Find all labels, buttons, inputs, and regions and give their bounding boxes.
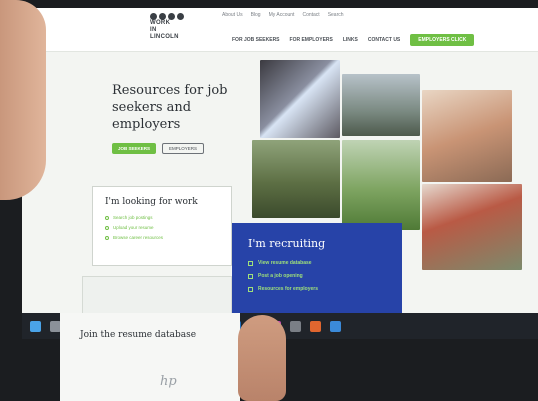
circle-bullet-icon — [105, 215, 109, 220]
nav-item-job-seekers[interactable]: FOR JOB SEEKERS — [232, 37, 280, 43]
logo-text-line-1: WORK — [150, 20, 171, 26]
utility-link-contact[interactable]: Contact — [302, 12, 319, 18]
kitchen-photo — [422, 90, 512, 182]
recruiting-title: I'm recruiting — [248, 237, 326, 250]
team-photo — [252, 140, 340, 218]
resume-database-title: Join the resume database — [80, 330, 197, 340]
nav-item-contact[interactable]: CONTACT US — [368, 37, 400, 43]
work-link-3[interactable]: Browse career resources — [105, 235, 219, 240]
utility-link-blog[interactable]: Blog — [251, 12, 261, 18]
site-logo[interactable]: WORK IN LINCOLN — [150, 13, 194, 47]
calendar-icon[interactable] — [330, 320, 341, 332]
settings-icon[interactable] — [290, 320, 301, 332]
circle-bullet-icon — [105, 225, 109, 230]
left-hand — [0, 0, 46, 200]
nav-item-employers[interactable]: FOR EMPLOYERS — [290, 37, 333, 43]
hero-section: Resources for job seekers and employers … — [22, 52, 538, 270]
work-link-2[interactable]: Upload your resume — [105, 225, 219, 230]
logo-text-line-3: LINCOLN — [150, 34, 179, 40]
utility-link-about[interactable]: About Us — [222, 12, 243, 18]
checkbox-icon — [248, 260, 253, 266]
browser-screen: WORK IN LINCOLN About Us Blog My Account… — [22, 8, 538, 313]
utility-link-account[interactable]: My Account — [269, 12, 295, 18]
nav-item-links[interactable]: LINKS — [343, 37, 358, 43]
circle-bullet-icon — [105, 235, 109, 240]
tablet-device: WORK IN LINCOLN About Us Blog My Account… — [0, 0, 538, 401]
looking-for-work-card: I'm looking for work Search job postings… — [92, 186, 232, 266]
recruiting-card: I'm recruiting View resume database Post… — [232, 223, 402, 313]
recruit-link-label: Post a job opening — [258, 273, 303, 279]
media-icon[interactable] — [310, 320, 321, 332]
work-link-label: Search job postings — [113, 215, 153, 220]
hero-buttons: JOB SEEKERS EMPLOYERS — [112, 143, 242, 154]
employers-button[interactable]: EMPLOYERS — [162, 143, 205, 154]
logo-text-line-2: IN — [150, 27, 157, 33]
recruit-link-1[interactable]: View resume database — [248, 260, 386, 266]
recruit-link-label: Resources for employers — [258, 286, 319, 292]
utility-nav: About Us Blog My Account Contact Search — [222, 12, 344, 18]
brand-text: hp — [160, 374, 177, 389]
hero-copy: Resources for job seekers and employers … — [112, 82, 242, 154]
truck-photo — [342, 74, 420, 136]
pointing-finger — [238, 315, 286, 401]
recruit-link-3[interactable]: Resources for employers — [248, 286, 386, 292]
restaurant-photo — [422, 184, 522, 270]
recruit-link-label: View resume database — [258, 260, 312, 266]
garden-photo — [342, 140, 420, 230]
hero-title: Resources for job seekers and employers — [112, 83, 228, 132]
welder-photo — [260, 60, 340, 138]
work-link-label: Upload your resume — [113, 225, 154, 230]
site-header: WORK IN LINCOLN About Us Blog My Account… — [22, 8, 538, 52]
logo-dots-icon — [150, 13, 194, 20]
resume-band — [60, 313, 240, 401]
looking-for-work-title: I'm looking for work — [105, 197, 198, 207]
checkbox-icon — [248, 273, 253, 279]
job-seekers-button[interactable]: JOB SEEKERS — [112, 143, 157, 154]
employers-cta-button[interactable]: EMPLOYERS CLICK — [410, 34, 475, 46]
recruit-link-2[interactable]: Post a job opening — [248, 273, 386, 279]
work-link-1[interactable]: Search job postings — [105, 215, 219, 220]
checkbox-icon — [248, 286, 253, 292]
work-link-label: Browse career resources — [113, 235, 164, 240]
device-brand-logo: hp — [160, 374, 200, 389]
utility-link-search[interactable]: Search — [328, 12, 344, 18]
start-icon[interactable] — [30, 320, 41, 332]
resume-database-card — [82, 276, 232, 313]
main-nav: FOR JOB SEEKERS FOR EMPLOYERS LINKS CONT… — [232, 34, 475, 46]
